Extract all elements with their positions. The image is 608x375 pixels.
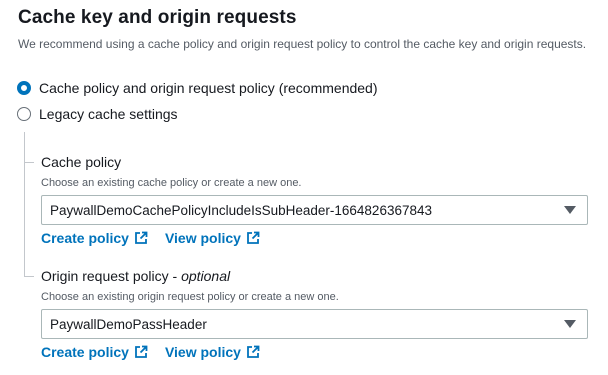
radio-label: Cache policy and origin request policy (… <box>39 80 378 96</box>
tree-connector-tick <box>24 276 34 277</box>
external-link-icon <box>135 345 148 358</box>
link-label: Create policy <box>41 344 129 360</box>
caret-down-icon <box>564 320 576 328</box>
link-label: View policy <box>164 230 241 246</box>
create-cache-policy-link[interactable]: Create policy <box>41 230 148 246</box>
origin-request-policy-links: Create policy View policy <box>41 344 260 360</box>
caret-down-icon <box>564 206 576 214</box>
cache-policy-selected-value: PaywallDemoCachePolicyIncludeIsSubHeader… <box>50 202 432 218</box>
cache-policy-select[interactable]: PaywallDemoCachePolicyIncludeIsSubHeader… <box>41 195 588 225</box>
radio-button-unchecked[interactable] <box>17 107 31 121</box>
origin-request-policy-description: Choose an existing origin request policy… <box>41 291 339 303</box>
radio-legacy-cache-settings[interactable]: Legacy cache settings <box>17 106 178 122</box>
origin-request-policy-selected-value: PaywallDemoPassHeader <box>50 316 207 332</box>
tree-connector-tick <box>24 162 34 163</box>
origin-request-policy-label-text: Origin request policy - <box>41 268 182 284</box>
optional-tag: optional <box>181 268 231 284</box>
tree-connector-line <box>24 132 25 277</box>
link-label: Create policy <box>41 230 129 246</box>
radio-cache-policy-recommended[interactable]: Cache policy and origin request policy (… <box>17 80 378 96</box>
radio-label: Legacy cache settings <box>39 106 178 122</box>
origin-request-policy-select[interactable]: PaywallDemoPassHeader <box>41 309 588 339</box>
cache-policy-label: Cache policy <box>41 154 122 170</box>
external-link-icon <box>247 345 260 358</box>
link-label: View policy <box>164 344 241 360</box>
origin-request-policy-label: Origin request policy - optional <box>41 268 230 284</box>
section-description: We recommend using a cache policy and or… <box>18 37 587 51</box>
view-cache-policy-link[interactable]: View policy <box>165 230 260 246</box>
create-origin-request-policy-link[interactable]: Create policy <box>41 344 148 360</box>
cache-policy-links: Create policy View policy <box>41 230 260 246</box>
cache-policy-description: Choose an existing cache policy or creat… <box>41 177 302 189</box>
radio-button-checked[interactable] <box>17 81 31 95</box>
external-link-icon <box>135 231 148 244</box>
view-origin-request-policy-link[interactable]: View policy <box>165 344 260 360</box>
section-title: Cache key and origin requests <box>18 7 297 28</box>
external-link-icon <box>247 231 260 244</box>
